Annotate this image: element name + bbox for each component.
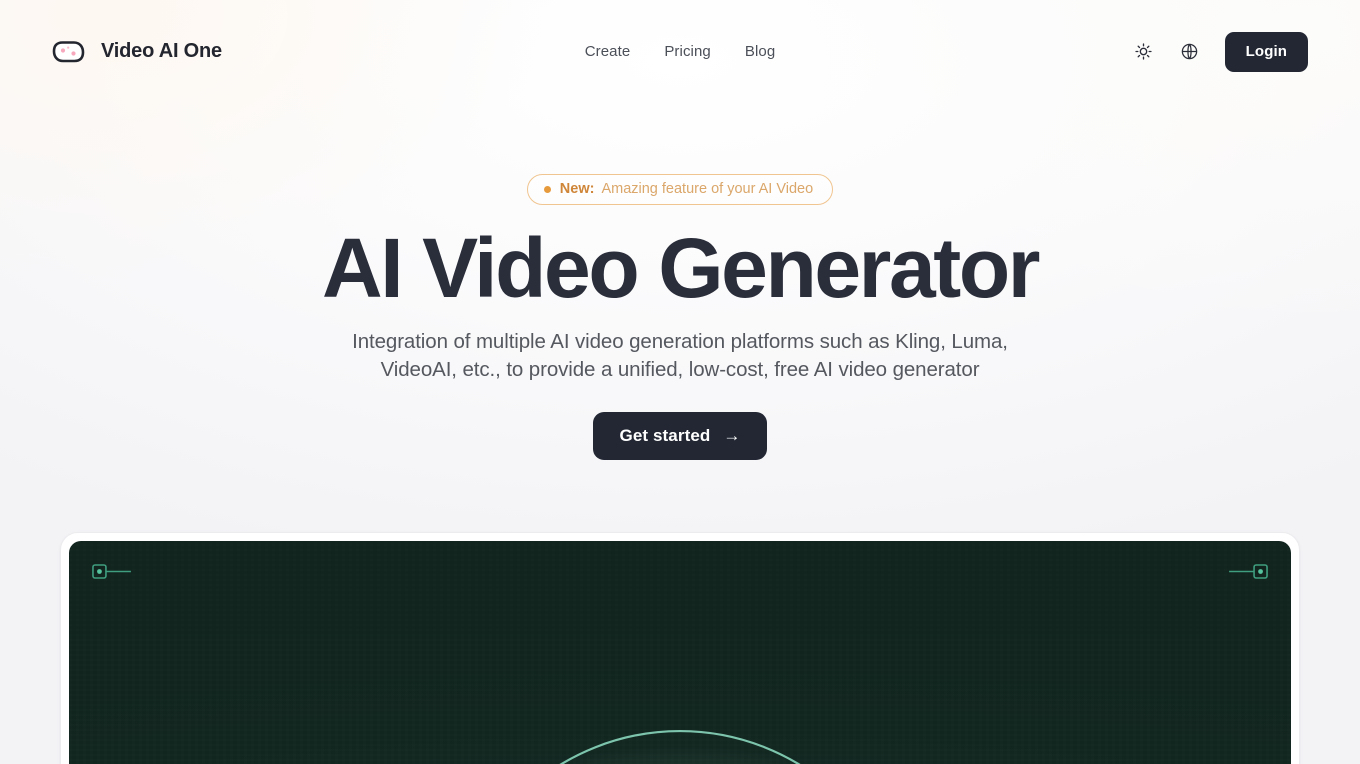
sun-icon[interactable] bbox=[1133, 41, 1155, 63]
globe-icon[interactable] bbox=[1179, 41, 1201, 63]
brand-name: Video AI One bbox=[101, 40, 222, 62]
get-started-label: Get started bbox=[619, 425, 711, 445]
brand-logo-link[interactable]: Video AI One bbox=[52, 38, 222, 66]
site-header: Video AI One Create Pricing Blog Login bbox=[0, 0, 1360, 103]
link-loop-logo-icon bbox=[52, 38, 86, 66]
badge-label-text: Amazing feature of your AI Video bbox=[601, 181, 814, 197]
nav-item-blog[interactable]: Blog bbox=[745, 43, 775, 60]
hero-subtitle: Integration of multiple AI video generat… bbox=[352, 330, 1008, 382]
badge-label-new: New: bbox=[559, 181, 595, 197]
hero-video-frame bbox=[60, 531, 1300, 764]
page-title: AI Video Generator bbox=[321, 221, 1041, 315]
header-actions: Login bbox=[1133, 31, 1308, 72]
hero-section: New: Amazing feature of your AI Video AI… bbox=[0, 103, 1360, 460]
hero-video-preview[interactable] bbox=[69, 540, 1291, 764]
get-started-button[interactable]: Get started → bbox=[592, 411, 768, 460]
login-button[interactable]: Login bbox=[1224, 31, 1308, 72]
nav-item-create[interactable]: Create bbox=[585, 43, 631, 60]
announcement-badge[interactable]: New: Amazing feature of your AI Video bbox=[526, 174, 834, 205]
hud-overlay-graphic bbox=[92, 563, 1268, 764]
arrow-right-icon: → bbox=[723, 426, 741, 446]
primary-navigation: Create Pricing Blog bbox=[585, 43, 776, 60]
nav-item-pricing[interactable]: Pricing bbox=[664, 43, 711, 60]
orange-dot-icon bbox=[543, 185, 551, 193]
